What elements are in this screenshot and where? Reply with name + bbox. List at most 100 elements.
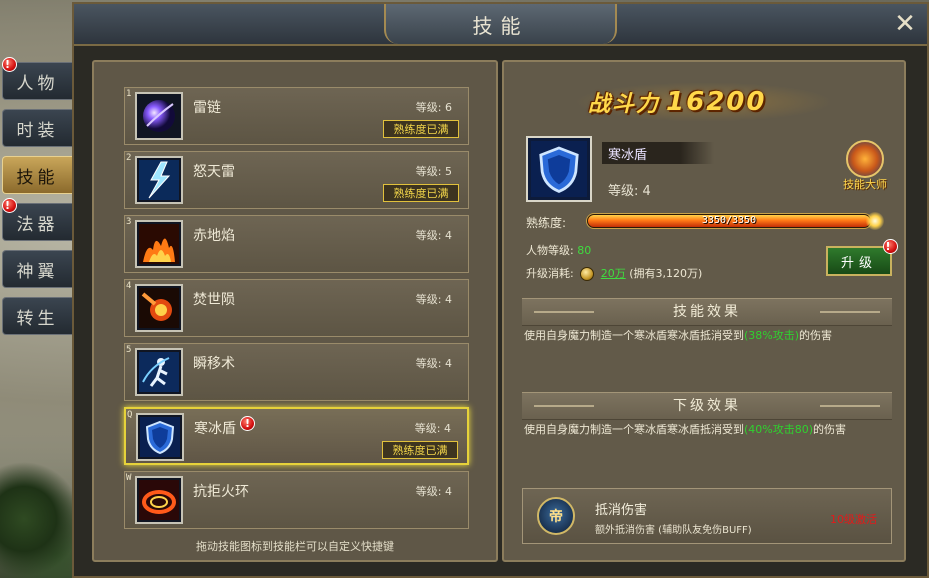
tab-character[interactable]: 人物 ! [2,57,72,100]
upgrade-cost-label: 升级消耗: [526,267,574,280]
character-level-label: 人物等级: [526,244,574,257]
tab-label: 转生 [16,308,59,329]
side-tab-bar: 人物 ! 时装 技能 法器 ! 神翼 转生 [2,57,72,344]
emperor-seal-icon: 帝 [537,497,575,535]
mastery-full-badge: 熟练度已满 [382,441,458,459]
tab-label: 技能 [16,167,59,188]
skill-hotkey: 1 [126,89,132,99]
next-effect-text-tail: 的伤害 [813,423,847,436]
tab-label: 时装 [16,120,59,141]
skill-row[interactable]: W 抗拒火环 等级: 4 [124,471,469,529]
proficiency-label: 熟练度: [526,216,567,230]
alert-icon: ! [2,57,17,72]
proficiency-value: 3350/3350 [701,215,757,226]
next-effect-highlight: (40%攻击80) [744,423,814,436]
skill-level: 等级: 4 [415,229,452,242]
skill-hotkey: 4 [126,281,132,291]
alert-icon: ! [883,239,898,254]
tab-skills[interactable]: 技能 [2,156,72,194]
combat-power-value: 16200 [666,87,767,117]
skill-name: 焚世陨 [193,292,235,308]
ornament [820,405,880,407]
tab-artifact[interactable]: 法器 ! [2,198,72,241]
skill-name: 怒天雷 [193,164,235,180]
character-level-value: 80 [577,244,592,257]
tab-rebirth[interactable]: 转生 [2,297,72,335]
next-effect-text: 使用自身魔力制造一个寒冰盾寒冰盾抵消受到 [524,423,744,436]
character-level-line: 人物等级: 80 [526,242,591,258]
skill-name: 寒冰盾 [194,421,236,437]
fire-ring-icon[interactable] [135,476,183,524]
upgrade-cost-line: 升级消耗: 20万 (拥有3,120万) [526,265,702,281]
skill-effect-header: 技能效果 [522,298,892,326]
skill-level: 等级: 4 [415,293,452,306]
upgrade-button-label: 升级 [840,255,877,271]
upgrade-button[interactable]: 升级 ! [826,239,898,276]
selected-skill-level: 等级: 4 [608,184,651,199]
skill-level: 等级: 4 [414,422,451,435]
passive-bonus-box: 帝 抵消伤害 额外抵消伤害 (辅助队友免伤BUFF) 10级激活 [522,488,892,544]
skill-level: 等级: 5 [415,165,452,178]
tab-label: 人物 [16,73,59,94]
skill-row[interactable]: 1 雷链 等级: 6 熟练度已满 [124,87,469,145]
alert-icon: ! [240,416,255,431]
teleport-icon[interactable] [135,348,183,396]
effect-text: 使用自身魔力制造一个寒冰盾寒冰盾抵消受到 [524,329,744,342]
skill-name: 雷链 [193,100,221,116]
window-title: 技能 [384,4,617,44]
skill-window: 技能 ✕ 1 雷链 等级: 6 熟练度已满 2 怒天雷 等级: 5 熟练度已满 [72,2,929,578]
skill-hotkey: W [126,473,132,483]
close-button[interactable]: ✕ [891,10,919,38]
effect-highlight: (38%攻击) [744,329,800,342]
skill-name: 瞬移术 [193,356,235,372]
tab-fashion[interactable]: 时装 [2,109,72,147]
meteor-icon[interactable] [135,284,183,332]
skill-effect-text: 使用自身魔力制造一个寒冰盾寒冰盾抵消受到(38%攻击)的伤害 [524,326,894,346]
lightning-icon[interactable] [135,156,183,204]
skill-level: 等级: 6 [415,101,452,114]
proficiency-bar: 3350/3350 [586,213,872,229]
owned-amount: (拥有3,120万) [629,267,703,280]
skill-row[interactable]: 3 赤地焰 等级: 4 [124,215,469,273]
skill-name: 抗拒火环 [193,484,249,500]
spark-icon [866,212,884,230]
skill-row[interactable]: 2 怒天雷 等级: 5 熟练度已满 [124,151,469,209]
skill-level: 等级: 4 [415,485,452,498]
selected-skill-shield-icon [526,136,592,202]
skill-hotkey: 3 [126,217,132,227]
tab-wings[interactable]: 神翼 [2,250,72,288]
mastery-full-badge: 熟练度已满 [383,184,459,202]
mastery-full-badge: 熟练度已满 [383,120,459,138]
bonus-unlock-requirement: 10级激活 [830,513,877,526]
combat-power: 战斗力 16200 [588,84,808,120]
upgrade-cost-value[interactable]: 20万 [601,267,626,280]
skill-master-label: 技能大师 [843,178,887,191]
ornament [534,405,594,407]
fire-icon[interactable] [135,220,183,268]
tab-label: 神翼 [16,261,59,282]
tree-decoration [0,460,80,578]
next-level-header: 下级效果 [522,392,892,420]
flame-emblem-icon [846,140,884,178]
skill-row[interactable]: 4 焚世陨 等级: 4 [124,279,469,337]
bonus-title: 抵消伤害 [595,503,648,518]
alert-icon: ! [2,198,17,213]
ornament [820,311,880,313]
ornament [534,311,594,313]
bonus-description: 额外抵消伤害 (辅助队友免伤BUFF) [595,525,752,536]
coin-icon [580,267,595,281]
purple-orb-icon[interactable] [135,92,183,140]
skill-row[interactable]: 5 瞬移术 等级: 4 [124,343,469,401]
skill-row-selected[interactable]: Q 寒冰盾 ! 等级: 4 熟练度已满 [124,407,469,465]
skill-master-badge[interactable]: 技能大师 [834,134,894,194]
combat-power-label: 战斗力 [588,92,661,117]
next-level-text: 使用自身魔力制造一个寒冰盾寒冰盾抵消受到(40%攻击80)的伤害 [524,420,894,440]
selected-skill-name: 寒冰盾 [608,148,648,163]
drag-hint-text: 拖动技能图标到技能栏可以自定义快捷键 [196,540,394,553]
next-level-title: 下级效果 [673,398,741,414]
skill-hotkey: 5 [126,345,132,355]
tab-label: 法器 [16,214,59,235]
shield-icon[interactable] [136,413,184,461]
skill-list-panel: 1 雷链 等级: 6 熟练度已满 2 怒天雷 等级: 5 熟练度已满 3 赤地焰… [92,60,498,562]
effect-text-tail: 的伤害 [799,329,833,342]
